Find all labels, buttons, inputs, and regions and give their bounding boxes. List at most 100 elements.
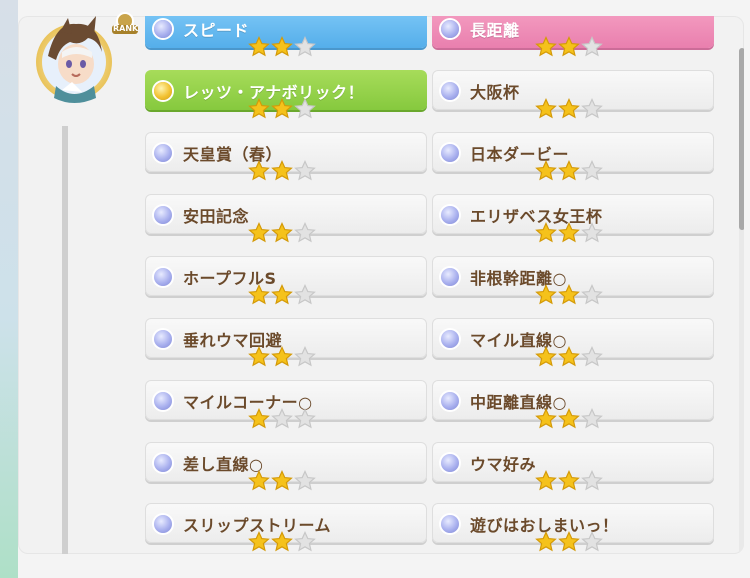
- skill-star-rating: [248, 222, 328, 246]
- skill-orb-icon: [154, 268, 172, 286]
- star-filled-icon: [248, 222, 270, 243]
- skill-item[interactable]: スピード: [145, 16, 427, 57]
- skill-star-rating: [535, 531, 615, 554]
- star-empty-icon: [581, 531, 603, 552]
- skill-item[interactable]: 日本ダービー: [432, 132, 714, 181]
- skill-star-rating: [535, 160, 615, 184]
- star-empty-icon: [294, 470, 316, 491]
- star-filled-icon: [248, 531, 270, 552]
- skill-item[interactable]: レッツ・アナボリック！: [145, 70, 427, 119]
- screen: スピード 長距離レッツ・アナボリック！ 大阪杯天皇賞（春） 日本ダービー 安田記念 エリザ…: [0, 0, 750, 578]
- rank-badge: RANK: [112, 12, 138, 36]
- skill-orb-icon: [154, 20, 172, 38]
- star-empty-icon: [581, 284, 603, 305]
- skill-star-rating: [535, 98, 615, 122]
- skill-item[interactable]: ホープフルS: [145, 256, 427, 305]
- skill-name: 長距離: [470, 21, 520, 40]
- skill-star-rating: [248, 470, 328, 494]
- star-filled-icon: [248, 160, 270, 181]
- skill-orb-icon: [441, 206, 459, 224]
- skill-star-rating: [248, 36, 328, 60]
- character-avatar[interactable]: RANK: [36, 12, 138, 110]
- star-filled-icon: [558, 470, 580, 491]
- star-empty-icon: [294, 531, 316, 552]
- skill-item[interactable]: 垂れウマ回避: [145, 318, 427, 367]
- skill-item[interactable]: エリザベス女王杯: [432, 194, 714, 243]
- star-filled-icon: [271, 222, 293, 243]
- star-filled-icon: [535, 36, 557, 57]
- star-filled-icon: [535, 284, 557, 305]
- star-empty-icon: [581, 346, 603, 367]
- scrollbar-thumb[interactable]: [739, 48, 744, 230]
- star-filled-icon: [535, 346, 557, 367]
- star-filled-icon: [271, 470, 293, 491]
- skill-orb-icon: [441, 392, 459, 410]
- star-empty-icon: [581, 470, 603, 491]
- star-filled-icon: [558, 160, 580, 181]
- skill-orb-icon: [154, 515, 172, 533]
- skill-star-rating: [535, 470, 615, 494]
- star-filled-icon: [248, 408, 270, 429]
- skill-star-rating: [248, 531, 328, 554]
- star-empty-icon: [581, 222, 603, 243]
- skill-orb-icon: [441, 20, 459, 38]
- star-empty-icon: [294, 160, 316, 181]
- skill-orb-icon: [441, 268, 459, 286]
- star-empty-icon: [581, 408, 603, 429]
- skill-star-rating: [248, 284, 328, 308]
- star-filled-icon: [558, 408, 580, 429]
- skill-item[interactable]: 遊びはおしまいっ！: [432, 503, 714, 552]
- skill-item[interactable]: 安田記念: [145, 194, 427, 243]
- star-filled-icon: [248, 346, 270, 367]
- skill-orb-icon: [441, 144, 459, 162]
- star-empty-icon: [294, 284, 316, 305]
- star-filled-icon: [248, 284, 270, 305]
- skill-orb-icon: [154, 454, 172, 472]
- skill-star-rating: [535, 284, 615, 308]
- skill-orb-icon: [154, 82, 172, 100]
- star-filled-icon: [271, 346, 293, 367]
- skill-item[interactable]: スリップストリーム: [145, 503, 427, 552]
- star-empty-icon: [294, 36, 316, 57]
- skill-item[interactable]: 長距離: [432, 16, 714, 57]
- star-empty-icon: [581, 98, 603, 119]
- skill-item[interactable]: 大阪杯: [432, 70, 714, 119]
- skill-star-rating: [248, 160, 328, 184]
- star-filled-icon: [535, 470, 557, 491]
- skill-item[interactable]: 中距離直線○: [432, 380, 714, 429]
- skill-name: 大阪杯: [470, 83, 520, 102]
- star-filled-icon: [535, 222, 557, 243]
- star-filled-icon: [535, 98, 557, 119]
- star-filled-icon: [558, 346, 580, 367]
- skill-orb-icon: [154, 206, 172, 224]
- star-filled-icon: [535, 160, 557, 181]
- skill-orb-icon: [441, 82, 459, 100]
- skill-item[interactable]: 天皇賞（春）: [145, 132, 427, 181]
- star-empty-icon: [271, 408, 293, 429]
- skill-name: ウマ好み: [470, 455, 537, 474]
- timeline-line: [62, 126, 68, 554]
- skill-item[interactable]: 非根幹距離○: [432, 256, 714, 305]
- star-filled-icon: [535, 408, 557, 429]
- skill-orb-icon: [154, 330, 172, 348]
- skill-item[interactable]: ウマ好み: [432, 442, 714, 491]
- skill-name: スピード: [183, 21, 250, 40]
- star-empty-icon: [581, 36, 603, 57]
- star-filled-icon: [558, 531, 580, 552]
- star-filled-icon: [271, 36, 293, 57]
- skill-item[interactable]: 差し直線○: [145, 442, 427, 491]
- star-filled-icon: [558, 98, 580, 119]
- star-filled-icon: [271, 98, 293, 119]
- star-empty-icon: [294, 346, 316, 367]
- skill-star-rating: [535, 36, 615, 60]
- star-filled-icon: [558, 222, 580, 243]
- star-filled-icon: [248, 470, 270, 491]
- skill-orb-icon: [154, 392, 172, 410]
- skill-star-rating: [535, 346, 615, 370]
- star-empty-icon: [294, 408, 316, 429]
- skill-item[interactable]: マイルコーナー○: [145, 380, 427, 429]
- star-filled-icon: [558, 284, 580, 305]
- star-filled-icon: [248, 98, 270, 119]
- skill-item[interactable]: マイル直線○: [432, 318, 714, 367]
- star-filled-icon: [271, 284, 293, 305]
